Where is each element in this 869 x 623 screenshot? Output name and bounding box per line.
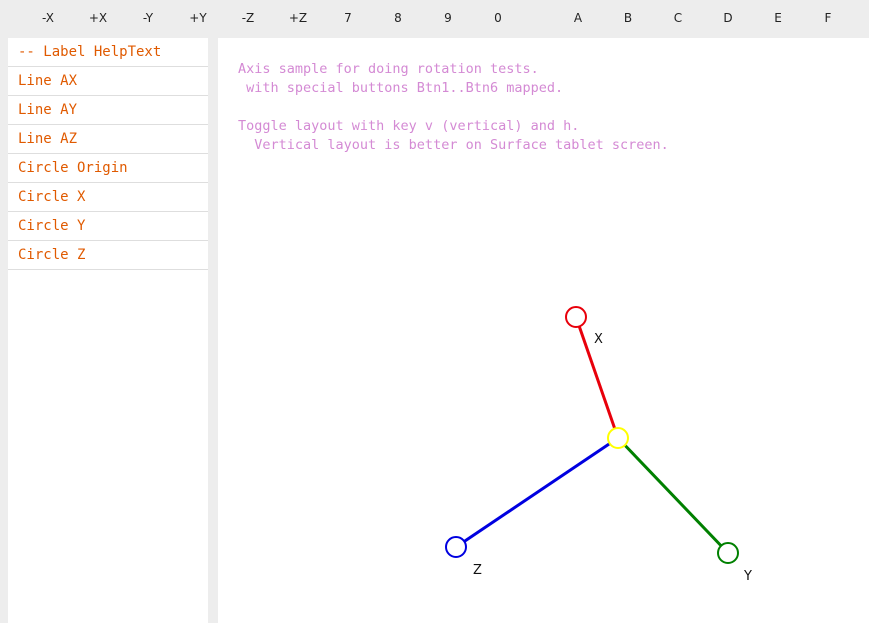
key-7-button[interactable]: 7 (328, 0, 368, 36)
list-item-circle-z[interactable]: Circle Z (8, 241, 208, 270)
circle-y[interactable] (717, 542, 739, 564)
y-axis-label: Y (743, 569, 752, 584)
axis-diagram: X Y Z (445, 306, 752, 584)
line-ay[interactable] (616, 436, 730, 555)
x-axis-label: X (594, 332, 603, 347)
drawing-canvas[interactable]: Axis sample for doing rotation tests. wi… (218, 38, 869, 623)
key-c-button[interactable]: C (658, 0, 698, 36)
toolbar: -X +X -Y +Y -Z +Z 7 8 9 0 A B C D E F (0, 0, 869, 36)
list-item-line-ay[interactable]: Line AY (8, 96, 208, 125)
plus-z-button[interactable]: +Z (278, 0, 318, 36)
minus-z-button[interactable]: -Z (228, 0, 268, 36)
list-item-line-az[interactable]: Line AZ (8, 125, 208, 154)
key-f-button[interactable]: F (808, 0, 848, 36)
key-d-button[interactable]: D (708, 0, 748, 36)
plus-x-button[interactable]: +X (78, 0, 118, 36)
circle-x[interactable] (565, 306, 587, 328)
circle-origin[interactable] (607, 427, 629, 449)
list-item-circle-x[interactable]: Circle X (8, 183, 208, 212)
key-b-button[interactable]: B (608, 0, 648, 36)
list-item-label-helptext[interactable]: -- Label HelpText (8, 38, 208, 67)
minus-y-button[interactable]: -Y (128, 0, 168, 36)
line-az[interactable] (455, 436, 619, 549)
z-axis-label: Z (473, 563, 482, 578)
list-item-line-ax[interactable]: Line AX (8, 67, 208, 96)
key-8-button[interactable]: 8 (378, 0, 418, 36)
minus-x-button[interactable]: -X (28, 0, 68, 36)
key-0-button[interactable]: 0 (478, 0, 518, 36)
plus-y-button[interactable]: +Y (178, 0, 218, 36)
circle-z[interactable] (445, 536, 467, 558)
key-9-button[interactable]: 9 (428, 0, 468, 36)
element-list-sidebar: -- Label HelpText Line AX Line AY Line A… (8, 38, 208, 623)
key-a-button[interactable]: A (558, 0, 598, 36)
list-item-circle-y[interactable]: Circle Y (8, 212, 208, 241)
list-item-circle-origin[interactable]: Circle Origin (8, 154, 208, 183)
key-e-button[interactable]: E (758, 0, 798, 36)
